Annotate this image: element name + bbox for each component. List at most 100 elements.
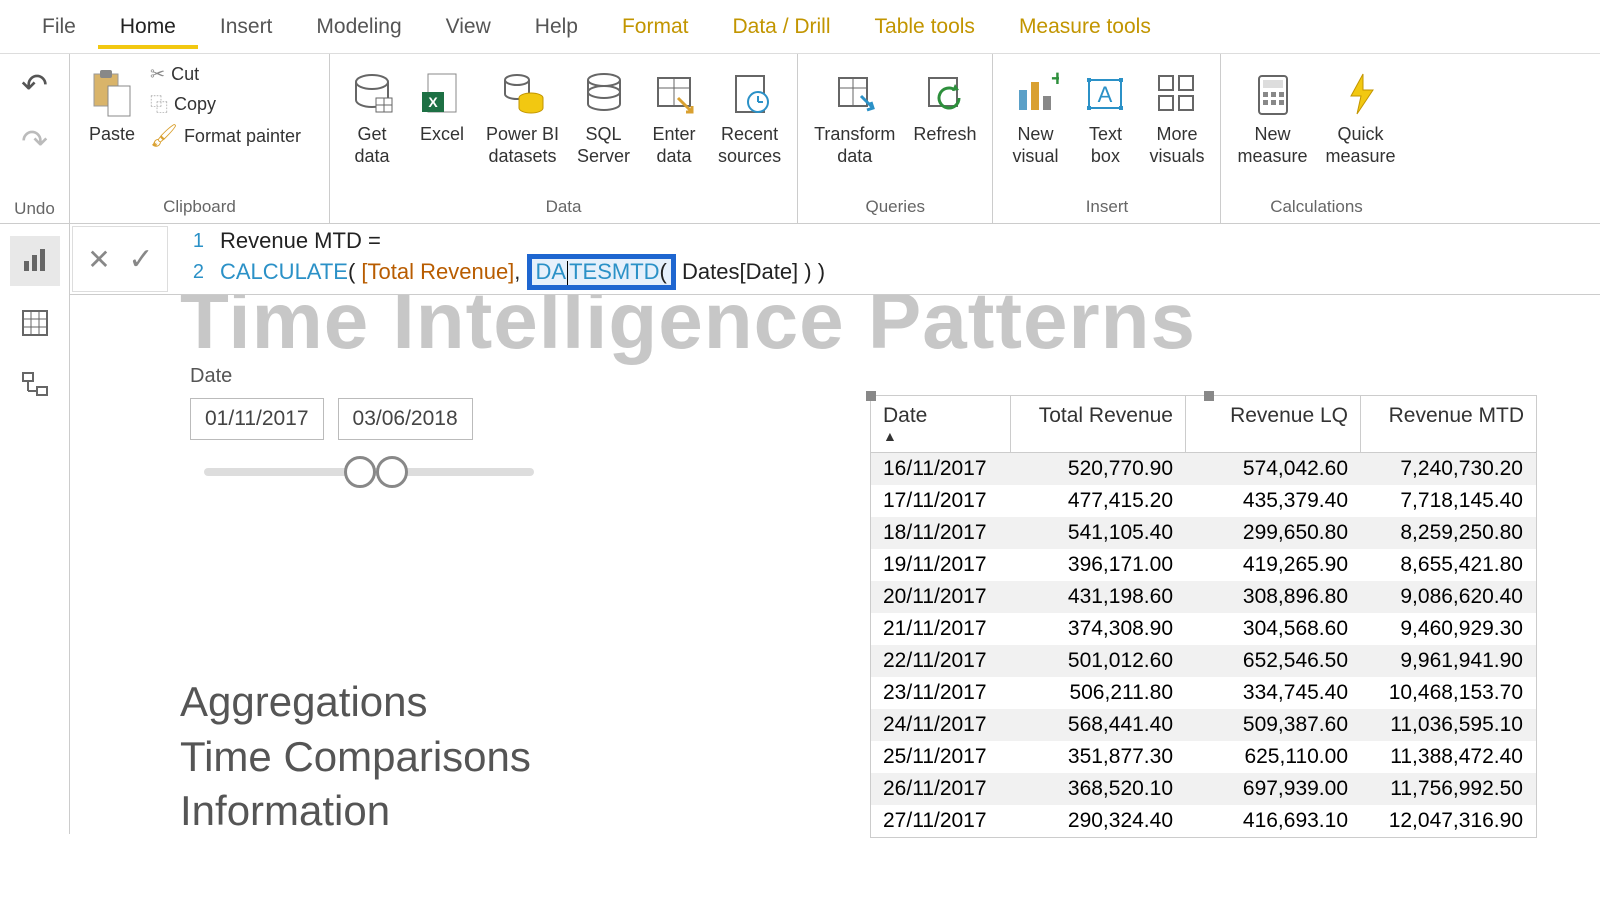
formula-commit-button[interactable]: ✓ [121, 239, 161, 279]
table-cell: 625,110.00 [1186, 741, 1361, 773]
resize-handle-tc[interactable] [1204, 391, 1214, 401]
table-cell: 9,086,620.40 [1361, 581, 1536, 613]
nav-information[interactable]: Information [180, 784, 531, 839]
format-painter-label: Format painter [184, 126, 301, 147]
formula-editor[interactable]: 1 Revenue MTD = 2 CALCULATE( [Total Reve… [170, 224, 1600, 294]
table-cell: 26/11/2017 [871, 773, 1011, 805]
table-row[interactable]: 24/11/2017568,441.40509,387.6011,036,595… [871, 709, 1536, 741]
sort-asc-icon: ▲ [883, 428, 998, 444]
more-visuals-icon [1151, 68, 1203, 120]
col-header-revenue-mtd[interactable]: Revenue MTD [1361, 396, 1536, 452]
table-row[interactable]: 20/11/2017431,198.60308,896.809,086,620.… [871, 581, 1536, 613]
table-cell: 16/11/2017 [871, 453, 1011, 485]
table-cell: 477,415.20 [1011, 485, 1186, 517]
table-cell: 308,896.80 [1186, 581, 1361, 613]
menu-file[interactable]: File [20, 5, 98, 49]
table-row[interactable]: 17/11/2017477,415.20435,379.407,718,145.… [871, 485, 1536, 517]
paste-button[interactable]: Paste [80, 64, 144, 150]
table-row[interactable]: 25/11/2017351,877.30625,110.0011,388,472… [871, 741, 1536, 773]
col-header-date[interactable]: Date▲ [871, 396, 1011, 452]
date-slicer[interactable]: Date 01/11/2017 03/06/2018 [190, 365, 534, 476]
recent-sources-button[interactable]: Recent sources [712, 64, 787, 171]
menubar: File Home Insert Modeling View Help Form… [0, 0, 1600, 54]
col-header-total-revenue[interactable]: Total Revenue [1011, 396, 1186, 452]
formula-cancel-button[interactable]: ✕ [79, 239, 119, 279]
report-canvas[interactable]: Time Intelligence Patterns Date 01/11/20… [70, 295, 1600, 834]
table-cell: 18/11/2017 [871, 517, 1011, 549]
excel-button[interactable]: X Excel [410, 64, 474, 150]
excel-icon: X [416, 68, 468, 120]
menu-format[interactable]: Format [600, 5, 711, 49]
nav-aggregations[interactable]: Aggregations [180, 675, 531, 730]
slicer-slider[interactable] [204, 468, 534, 476]
table-row[interactable]: 18/11/2017541,105.40299,650.808,259,250.… [871, 517, 1536, 549]
menu-help[interactable]: Help [513, 5, 600, 49]
menu-measure-tools[interactable]: Measure tools [997, 5, 1173, 49]
menu-home[interactable]: Home [98, 5, 198, 49]
table-row[interactable]: 21/11/2017374,308.90304,568.609,460,929.… [871, 613, 1536, 645]
table-row[interactable]: 27/11/2017290,324.40416,693.1012,047,316… [871, 805, 1536, 837]
ribbon: ↶ ↷ Undo Paste ✂Cut ⿻Copy 🖌Format painte… [0, 54, 1600, 224]
cut-button[interactable]: ✂Cut [150, 64, 301, 85]
col-header-revenue-lq[interactable]: Revenue LQ [1186, 396, 1361, 452]
text-box-button[interactable]: A Text box [1073, 64, 1137, 171]
report-view-button[interactable] [10, 236, 60, 286]
model-view-button[interactable] [10, 360, 60, 410]
new-measure-label: New measure [1237, 124, 1307, 167]
slider-thumb-right[interactable] [376, 456, 408, 488]
menu-data-drill[interactable]: Data / Drill [711, 5, 853, 49]
brush-icon: 🖌 [150, 123, 178, 149]
table-cell: 541,105.40 [1011, 517, 1186, 549]
table-row[interactable]: 19/11/2017396,171.00419,265.908,655,421.… [871, 549, 1536, 581]
pbi-datasets-button[interactable]: Power BI datasets [480, 64, 565, 171]
svg-text:A: A [1098, 82, 1113, 107]
menu-modeling[interactable]: Modeling [294, 5, 423, 49]
undo-button[interactable]: ↶ [21, 66, 48, 104]
enter-data-button[interactable]: Enter data [642, 64, 706, 171]
quick-measure-button[interactable]: Quick measure [1320, 64, 1402, 171]
redo-button[interactable]: ↷ [21, 122, 48, 160]
clipboard-group-label: Clipboard [80, 193, 319, 221]
data-table-visual[interactable]: Date▲ Total Revenue Revenue LQ Revenue M… [870, 395, 1537, 838]
new-measure-button[interactable]: New measure [1231, 64, 1313, 171]
menu-view[interactable]: View [424, 5, 513, 49]
token-total-revenue: [Total Revenue] [361, 259, 514, 285]
sql-server-button[interactable]: SQL Server [571, 64, 636, 171]
table-cell: 9,961,941.90 [1361, 645, 1536, 677]
table-row[interactable]: 22/11/2017501,012.60652,546.509,961,941.… [871, 645, 1536, 677]
slicer-to-date[interactable]: 03/06/2018 [338, 398, 473, 440]
transform-data-button[interactable]: Transform data [808, 64, 901, 171]
menu-table-tools[interactable]: Table tools [853, 5, 997, 49]
nav-time-comparisons[interactable]: Time Comparisons [180, 730, 531, 785]
more-visuals-label: More visuals [1149, 124, 1204, 167]
menu-insert[interactable]: Insert [198, 5, 295, 49]
table-row[interactable]: 16/11/2017520,770.90574,042.607,240,730.… [871, 453, 1536, 485]
refresh-button[interactable]: Refresh [907, 64, 982, 150]
get-data-button[interactable]: Get data [340, 64, 404, 171]
more-visuals-button[interactable]: More visuals [1143, 64, 1210, 171]
data-group: Get data X Excel Power BI datasets SQL S… [330, 54, 798, 223]
queries-group-label: Queries [808, 193, 982, 221]
line-number-2: 2 [180, 261, 204, 284]
copy-label: Copy [174, 94, 216, 115]
table-row[interactable]: 23/11/2017506,211.80334,745.4010,468,153… [871, 677, 1536, 709]
resize-handle-tl[interactable] [866, 391, 876, 401]
formula-bar: ✕ ✓ 1 Revenue MTD = 2 CALCULATE( [Total … [70, 224, 1600, 295]
slicer-from-date[interactable]: 01/11/2017 [190, 398, 324, 440]
calculations-group: New measure Quick measure Calculations [1221, 54, 1411, 223]
recent-sources-icon [724, 68, 776, 120]
table-cell: 396,171.00 [1011, 549, 1186, 581]
token-dates-date: Dates[Date] [682, 259, 798, 285]
format-painter-button[interactable]: 🖌 Format painter [150, 123, 301, 149]
table-cell: 17/11/2017 [871, 485, 1011, 517]
svg-text:X: X [428, 94, 438, 110]
table-cell: 351,877.30 [1011, 741, 1186, 773]
data-view-button[interactable] [10, 298, 60, 348]
table-row[interactable]: 26/11/2017368,520.10697,939.0011,756,992… [871, 773, 1536, 805]
new-visual-label: New visual [1012, 124, 1058, 167]
slider-thumb-left[interactable] [344, 456, 376, 488]
copy-button[interactable]: ⿻Copy [150, 91, 301, 117]
sql-label: SQL Server [577, 124, 630, 167]
new-visual-button[interactable]: + New visual [1003, 64, 1067, 171]
table-cell: 568,441.40 [1011, 709, 1186, 741]
